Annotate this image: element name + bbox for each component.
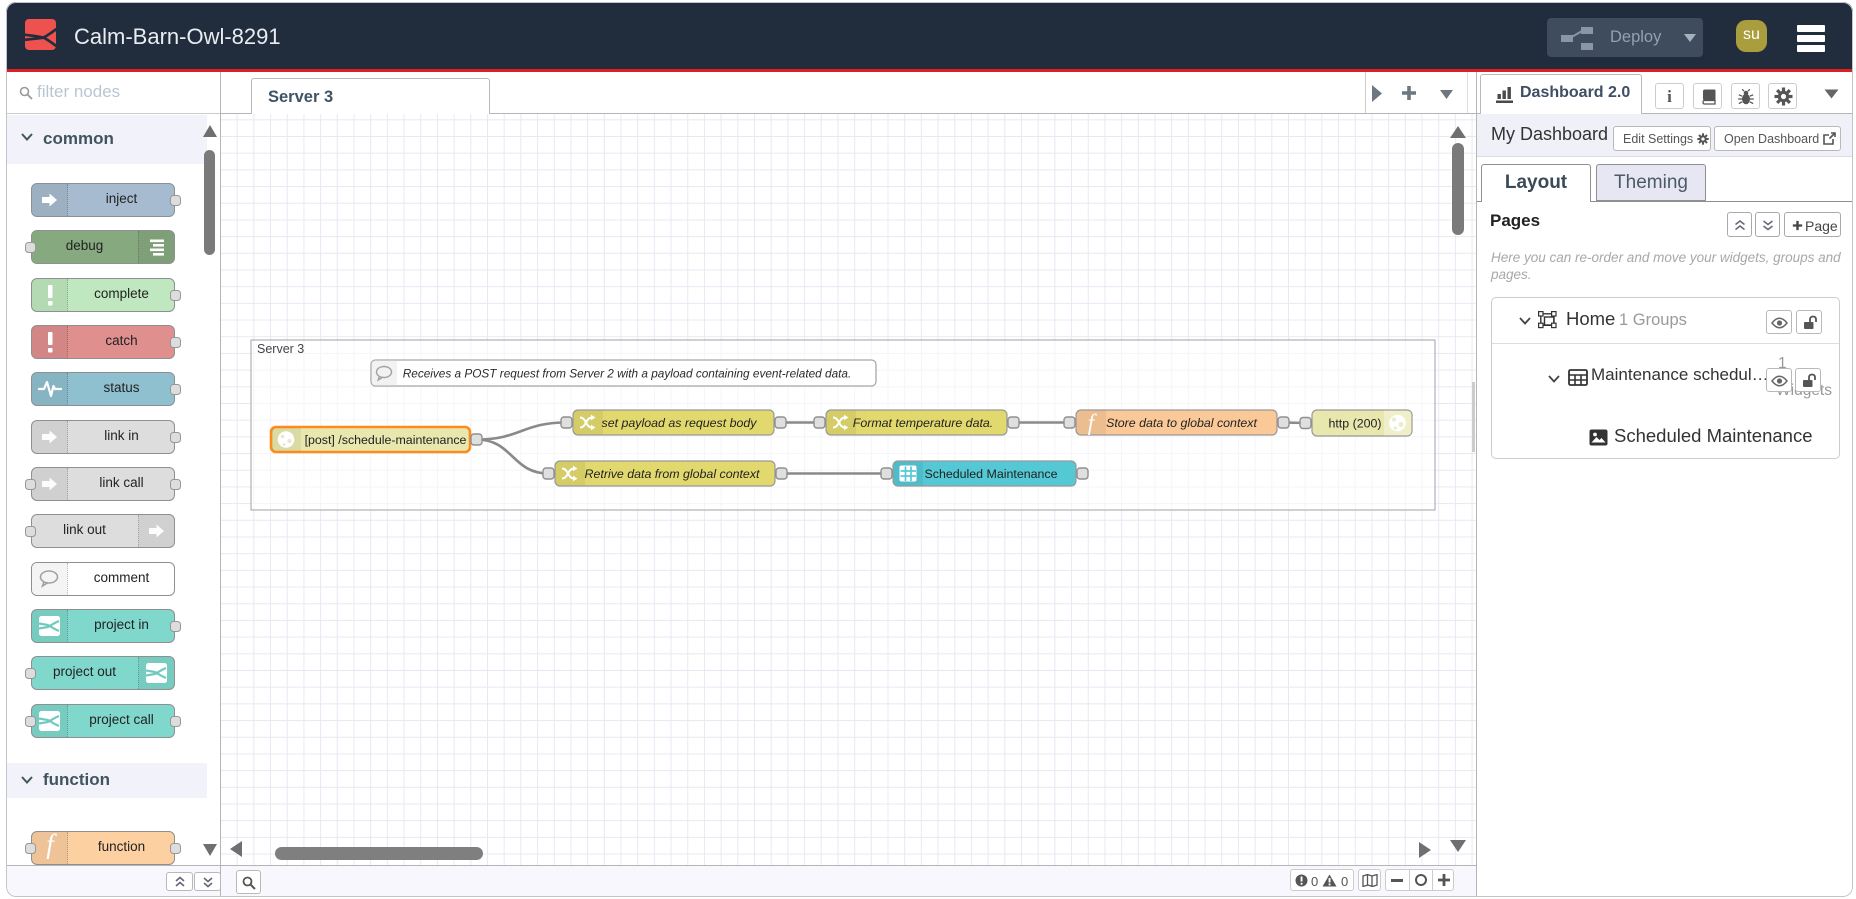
svg-text:http (200): http (200)	[1328, 417, 1381, 431]
svg-text:set payload as request body: set payload as request body	[602, 416, 758, 430]
svg-text:Receives a POST request from S: Receives a POST request from Server 2 wi…	[403, 367, 852, 381]
svg-text:Retrive data from global conte: Retrive data from global context	[585, 467, 760, 481]
svg-text:[post] /schedule-maintenance: [post] /schedule-maintenance	[305, 433, 467, 447]
svg-text:Server 3: Server 3	[257, 342, 304, 356]
svg-text:Store data to global context: Store data to global context	[1106, 416, 1257, 430]
svg-text:Scheduled Maintenance: Scheduled Maintenance	[925, 467, 1058, 481]
svg-text:Format temperature data.: Format temperature data.	[853, 416, 994, 430]
